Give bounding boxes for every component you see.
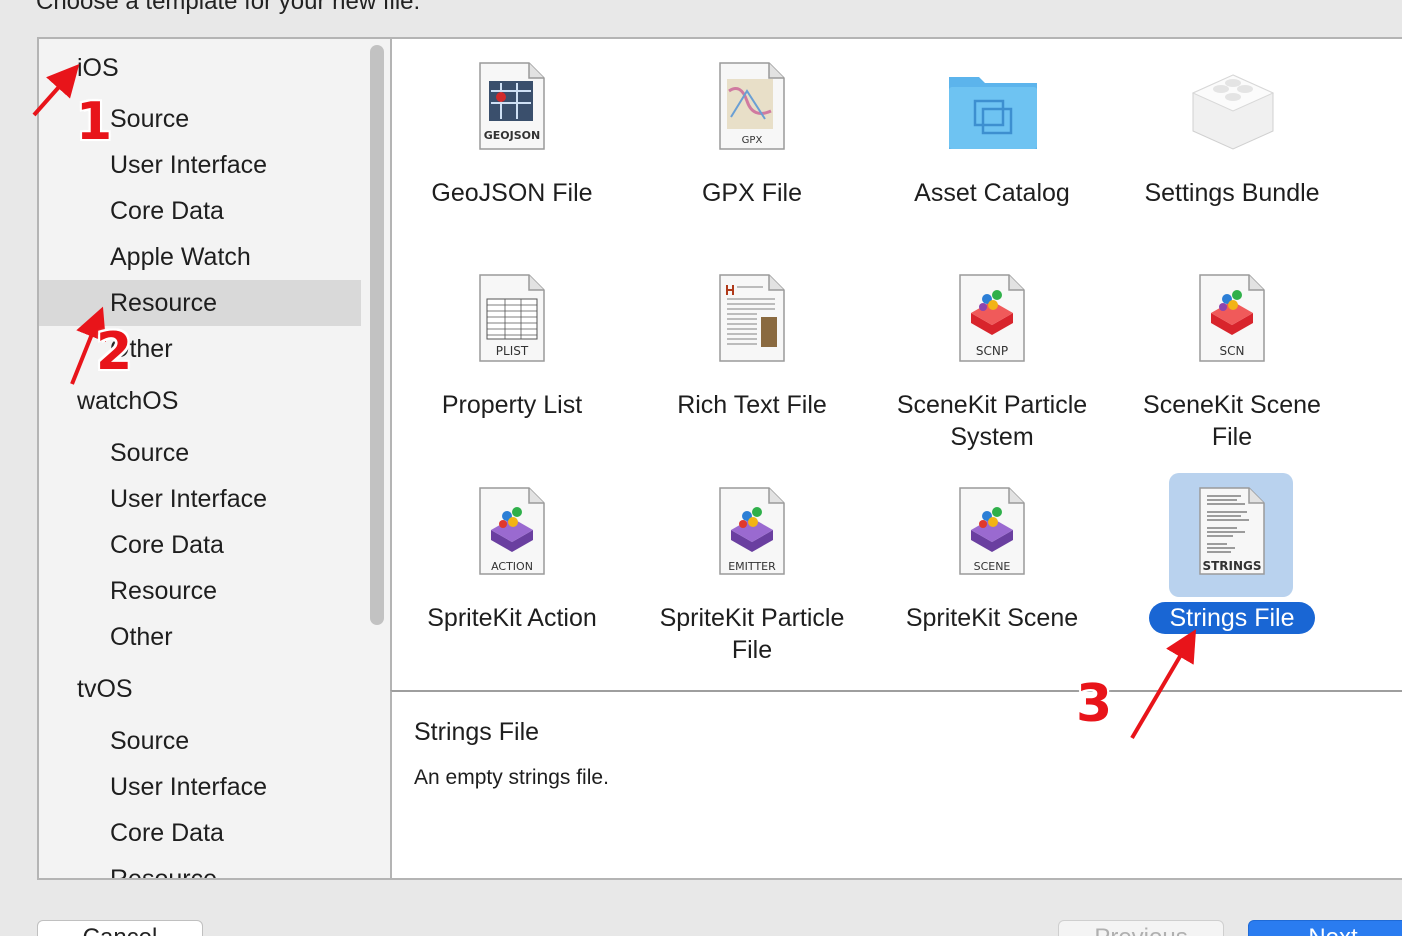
next-button[interactable]: Next xyxy=(1248,920,1402,936)
sidebar-item-tvos-source[interactable]: Source xyxy=(39,718,361,764)
sidebar-item-tvos-core-data[interactable]: Core Data xyxy=(39,810,361,856)
template-label: GeoJSON File xyxy=(431,179,593,207)
settings-bundle-icon xyxy=(1187,61,1279,151)
template-category-sidebar: iOS Source User Interface Core Data Appl… xyxy=(37,37,390,880)
rich-text-file-icon xyxy=(717,273,787,363)
scn-badge-text: SCN xyxy=(1220,344,1245,358)
strings-file-icon: STRINGS xyxy=(1197,486,1267,576)
sidebar-item-tvos-user-interface[interactable]: User Interface xyxy=(39,764,361,810)
gpx-badge-text: GPX xyxy=(742,135,763,146)
dialog-heading: Choose a template for your new file: xyxy=(36,0,421,15)
sidebar-item-tvos[interactable]: tvOS xyxy=(39,666,361,712)
sidebar-scrollbar-thumb[interactable] xyxy=(370,45,384,625)
template-label: SceneKit Particle System xyxy=(896,391,1088,451)
sidebar-item-watchos-resource[interactable]: Resource xyxy=(39,568,361,614)
description-title: Strings File xyxy=(414,718,540,746)
sidebar-item-watchos-other[interactable]: Other xyxy=(39,614,361,660)
scenekit-particle-icon: SCNP xyxy=(957,273,1027,363)
scene-badge-text: SCENE xyxy=(974,560,1011,573)
template-label: SceneKit Scene File xyxy=(1143,391,1321,451)
template-label: SpriteKit Particle File xyxy=(659,604,845,664)
template-label: GPX File xyxy=(701,179,803,207)
strings-badge-text: STRINGS xyxy=(1202,559,1261,573)
sidebar-item-ios-other[interactable]: Other xyxy=(39,326,361,372)
annotation-number-1: 1 xyxy=(76,92,113,152)
template-label: Property List xyxy=(441,391,583,419)
template-description-panel: Strings File An empty strings file. xyxy=(390,690,1402,880)
sidebar-item-watchos-core-data[interactable]: Core Data xyxy=(39,522,361,568)
template-label: Asset Catalog xyxy=(914,179,1070,207)
sidebar-item-ios-apple-watch[interactable]: Apple Watch xyxy=(39,234,361,280)
template-label: SpriteKit Scene xyxy=(905,604,1079,632)
template-label: SpriteKit Action xyxy=(427,604,597,632)
spritekit-scene-icon: SCENE xyxy=(957,486,1027,576)
sidebar-item-ios-core-data[interactable]: Core Data xyxy=(39,188,361,234)
asset-catalog-folder-icon xyxy=(947,61,1039,151)
spritekit-particle-icon: EMITTER xyxy=(717,486,787,576)
geojson-file-icon: GEOJSON xyxy=(477,61,547,151)
sidebar-item-watchos[interactable]: watchOS xyxy=(39,378,361,424)
sidebar-item-ios[interactable]: iOS xyxy=(39,45,361,91)
annotation-number-3: 3 xyxy=(1076,674,1113,734)
scnp-badge-text: SCNP xyxy=(976,344,1008,358)
template-label: Rich Text File xyxy=(677,391,827,419)
sidebar-item-watchos-source[interactable]: Source xyxy=(39,430,361,476)
gpx-file-icon: GPX xyxy=(717,61,787,151)
plist-badge-text: PLIST xyxy=(496,344,529,358)
template-label: Settings Bundle xyxy=(1144,179,1320,207)
action-badge-text: ACTION xyxy=(491,560,533,573)
scenekit-scene-icon: SCN xyxy=(1197,273,1267,363)
annotation-number-2: 2 xyxy=(96,322,133,382)
sidebar-item-tvos-resource[interactable]: Resource xyxy=(39,856,361,878)
emitter-badge-text: EMITTER xyxy=(728,560,776,573)
cancel-button[interactable]: Cancel xyxy=(37,920,203,936)
description-text: An empty strings file. xyxy=(414,766,609,789)
property-list-icon: PLIST xyxy=(477,273,547,363)
geojson-badge-text: GEOJSON xyxy=(484,129,540,142)
template-label: Strings File xyxy=(1149,602,1315,634)
previous-button[interactable]: Previous xyxy=(1058,920,1224,936)
template-grid: GEOJSON GeoJSON File GPX GPX File Asset … xyxy=(390,37,1402,690)
sidebar-item-ios-resource[interactable]: Resource xyxy=(39,280,361,326)
sidebar-item-watchos-user-interface[interactable]: User Interface xyxy=(39,476,361,522)
spritekit-action-icon: ACTION xyxy=(477,486,547,576)
